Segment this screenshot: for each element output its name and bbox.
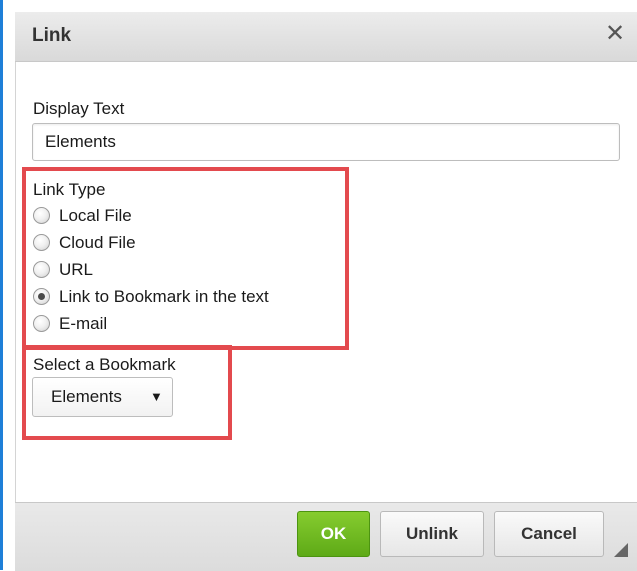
caret-down-icon: ▼ — [150, 389, 163, 404]
unlink-button[interactable]: Unlink — [380, 511, 484, 557]
close-icon[interactable]: ✕ — [605, 22, 625, 46]
cancel-button[interactable]: Cancel — [494, 511, 604, 557]
dialog-titlebar: Link ✕ — [15, 12, 637, 62]
display-text-input[interactable]: Elements — [32, 123, 620, 161]
bookmark-select[interactable]: Elements ▼ — [32, 377, 173, 417]
display-text-label: Display Text — [33, 99, 125, 118]
radio-label-bookmark: Link to Bookmark in the text — [59, 287, 269, 306]
ok-button[interactable]: OK — [297, 511, 370, 557]
radio-label-cloud-file: Cloud File — [59, 233, 136, 252]
radio-label-local-file: Local File — [59, 206, 132, 225]
radio-label-email: E-mail — [59, 314, 108, 333]
radio-label-url: URL — [59, 260, 94, 279]
window-edge — [0, 0, 3, 570]
resize-grip-icon[interactable] — [614, 543, 628, 557]
bookmark-label: Select a Bookmark — [33, 355, 176, 374]
radio-cloud-file[interactable] — [33, 234, 50, 251]
radio-url[interactable] — [33, 261, 50, 278]
radio-local-file[interactable] — [33, 207, 50, 224]
radio-bookmark[interactable] — [33, 288, 50, 305]
bookmark-selected-value: Elements — [51, 387, 122, 406]
link-dialog: Link ✕ Display Text Elements Link Type L… — [0, 0, 637, 571]
dialog-title: Link — [32, 25, 72, 46]
radio-email[interactable] — [33, 315, 50, 332]
link-type-label: Link Type — [33, 180, 106, 199]
